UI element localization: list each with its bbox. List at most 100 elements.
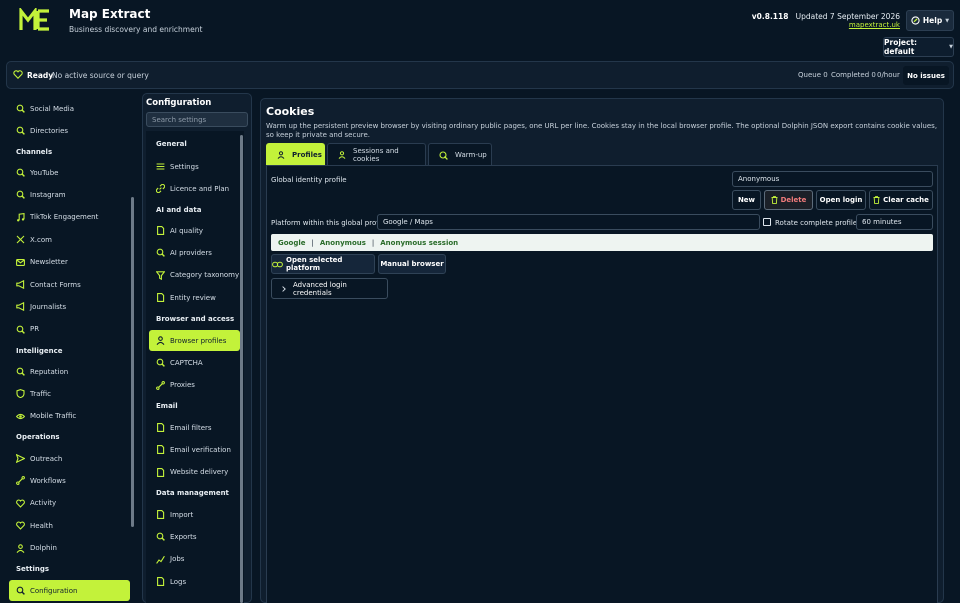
sidebar-item-outreach[interactable]: Outreach	[9, 448, 130, 469]
config-section-general: General	[156, 140, 187, 148]
sidebar-item-traffic[interactable]: Traffic	[9, 383, 130, 404]
link-icon	[272, 261, 283, 268]
tag-icon	[16, 325, 25, 334]
sidebar-item-pr[interactable]: PR	[9, 319, 130, 340]
sidebar-item-newsletter[interactable]: Newsletter	[9, 252, 130, 273]
config-item-exports[interactable]: Exports	[149, 526, 240, 547]
sidebar-item-tiktok-engagement[interactable]: TikTok Engagement	[9, 207, 130, 228]
flow-icon	[156, 380, 165, 390]
page-description: Warm up the persistent preview browser b…	[266, 122, 938, 139]
version-number: v0.8.118	[751, 12, 789, 21]
person-icon	[277, 151, 285, 159]
chevron-down-icon: ▼	[945, 17, 950, 24]
config-section-data: Data management	[156, 489, 229, 497]
sidebar-item-configuration[interactable]: Configuration	[9, 580, 130, 601]
config-item-logs[interactable]: Logs	[149, 571, 240, 592]
heart-icon	[16, 499, 25, 508]
help-button[interactable]: Help ▼	[906, 10, 954, 31]
sidebar-item-x-com[interactable]: X.com	[9, 229, 130, 250]
config-item-website-delivery[interactable]: Website delivery	[149, 462, 240, 483]
sidebar-item-journalists[interactable]: Journalists	[9, 296, 130, 317]
rotate-interval-select[interactable]: 60 minutes	[856, 214, 933, 230]
doc-icon	[156, 226, 165, 235]
config-item-label: Entity review	[170, 293, 216, 302]
doc-icon	[156, 423, 165, 432]
config-item-category-taxonomy[interactable]: Category taxonomy	[149, 265, 240, 286]
tag-icon	[16, 104, 25, 113]
sidebar-item-instagram[interactable]: Instagram	[9, 184, 130, 205]
config-item-entity-review[interactable]: Entity review	[149, 287, 240, 308]
sidebar-item-label: Configuration	[30, 586, 78, 595]
clear-cache-button[interactable]: Clear cache	[869, 190, 933, 210]
config-item-captcha[interactable]: CAPTCHA	[149, 352, 240, 373]
rotate-checkbox[interactable]	[763, 218, 771, 226]
sidebar-item-label: Newsletter	[30, 258, 68, 267]
config-section-browser: Browser and access	[156, 315, 235, 323]
sidebar-item-mobile-traffic[interactable]: Mobile Traffic	[9, 406, 130, 427]
config-item-browser-profiles[interactable]: Browser profiles	[149, 330, 240, 351]
sidebar-scrollbar[interactable]	[131, 197, 134, 527]
config-item-licence-and-plan[interactable]: Licence and Plan	[149, 178, 240, 199]
heart-icon	[13, 70, 23, 79]
open-platform-button[interactable]: Open selected platform	[271, 254, 375, 274]
tag-icon	[156, 358, 165, 368]
delete-profile-button[interactable]: Delete	[764, 190, 813, 210]
config-item-proxies[interactable]: Proxies	[149, 375, 240, 396]
identity-profile-select[interactable]: Anonymous	[732, 171, 933, 187]
sidebar-item-directories[interactable]: Directories	[9, 120, 130, 141]
app-logo	[19, 8, 51, 32]
config-item-label: Email filters	[170, 423, 212, 432]
sidebar-item-label: Mobile Traffic	[30, 412, 77, 421]
config-item-label: Import	[170, 510, 194, 519]
person-icon	[156, 336, 165, 345]
tab-sessions[interactable]: Sessions and cookies	[327, 143, 426, 166]
project-label: Project: default	[884, 38, 918, 56]
config-item-email-filters[interactable]: Email filters	[149, 417, 240, 438]
site-link[interactable]: mapextract.uk	[849, 21, 900, 29]
filter-icon	[156, 271, 165, 280]
chart-icon	[156, 555, 165, 564]
config-item-ai-quality[interactable]: AI quality	[149, 220, 240, 241]
help-icon	[911, 16, 920, 25]
tab-profiles[interactable]: Profiles	[266, 143, 325, 166]
trash-icon	[771, 196, 778, 204]
config-item-label: AI quality	[170, 226, 204, 235]
megaphone-icon	[16, 280, 25, 289]
sidebar-item-reputation[interactable]: Reputation	[9, 361, 130, 382]
sidebar-item-label: Activity	[30, 499, 57, 508]
advanced-credentials-toggle[interactable]: Advanced login credentials	[271, 278, 388, 299]
sidebar-item-label: Health	[30, 521, 53, 530]
send-icon	[16, 454, 25, 463]
sidebar-item-workflows[interactable]: Workflows	[9, 470, 130, 491]
eye-icon	[16, 412, 25, 421]
profiles-panel	[266, 166, 938, 603]
new-profile-button[interactable]: New	[732, 190, 761, 210]
settings-search-input[interactable]: Search settings	[146, 112, 248, 127]
config-item-jobs[interactable]: Jobs	[149, 549, 240, 570]
tab-warmup[interactable]: Warm-up	[428, 143, 492, 166]
sidebar-item-contact-forms[interactable]: Contact Forms	[9, 274, 130, 295]
tag-icon	[156, 532, 165, 542]
config-item-import[interactable]: Import	[149, 504, 240, 525]
open-login-button[interactable]: Open login	[816, 190, 866, 210]
config-section-ai: AI and data	[156, 206, 202, 214]
project-select[interactable]: Project: default ▼	[883, 37, 954, 57]
config-item-settings[interactable]: Settings	[149, 156, 240, 177]
trash-icon	[873, 196, 880, 204]
link-icon	[156, 184, 165, 194]
config-item-email-verification[interactable]: Email verification	[149, 439, 240, 460]
manual-browser-button[interactable]: Manual browser	[378, 254, 446, 274]
sidebar-item-dolphin[interactable]: Dolphin	[9, 538, 130, 559]
config-section-email: Email	[156, 402, 178, 410]
sidebar-item-social-media[interactable]: Social Media	[9, 98, 130, 119]
sidebar-item-youtube[interactable]: YouTube	[9, 162, 130, 183]
rotate-label: Rotate complete profiles	[775, 219, 861, 227]
sidebar-item-activity[interactable]: Activity	[9, 493, 130, 514]
issues-badge[interactable]: No issues	[903, 66, 949, 85]
sidebar-item-label: Outreach	[30, 454, 63, 463]
config-item-label: Jobs	[170, 555, 185, 564]
sidebar-item-health[interactable]: Health	[9, 515, 130, 536]
config-scrollbar[interactable]	[240, 135, 243, 603]
config-item-ai-providers[interactable]: AI providers	[149, 242, 240, 263]
platform-select[interactable]: Google / Maps	[377, 214, 760, 230]
